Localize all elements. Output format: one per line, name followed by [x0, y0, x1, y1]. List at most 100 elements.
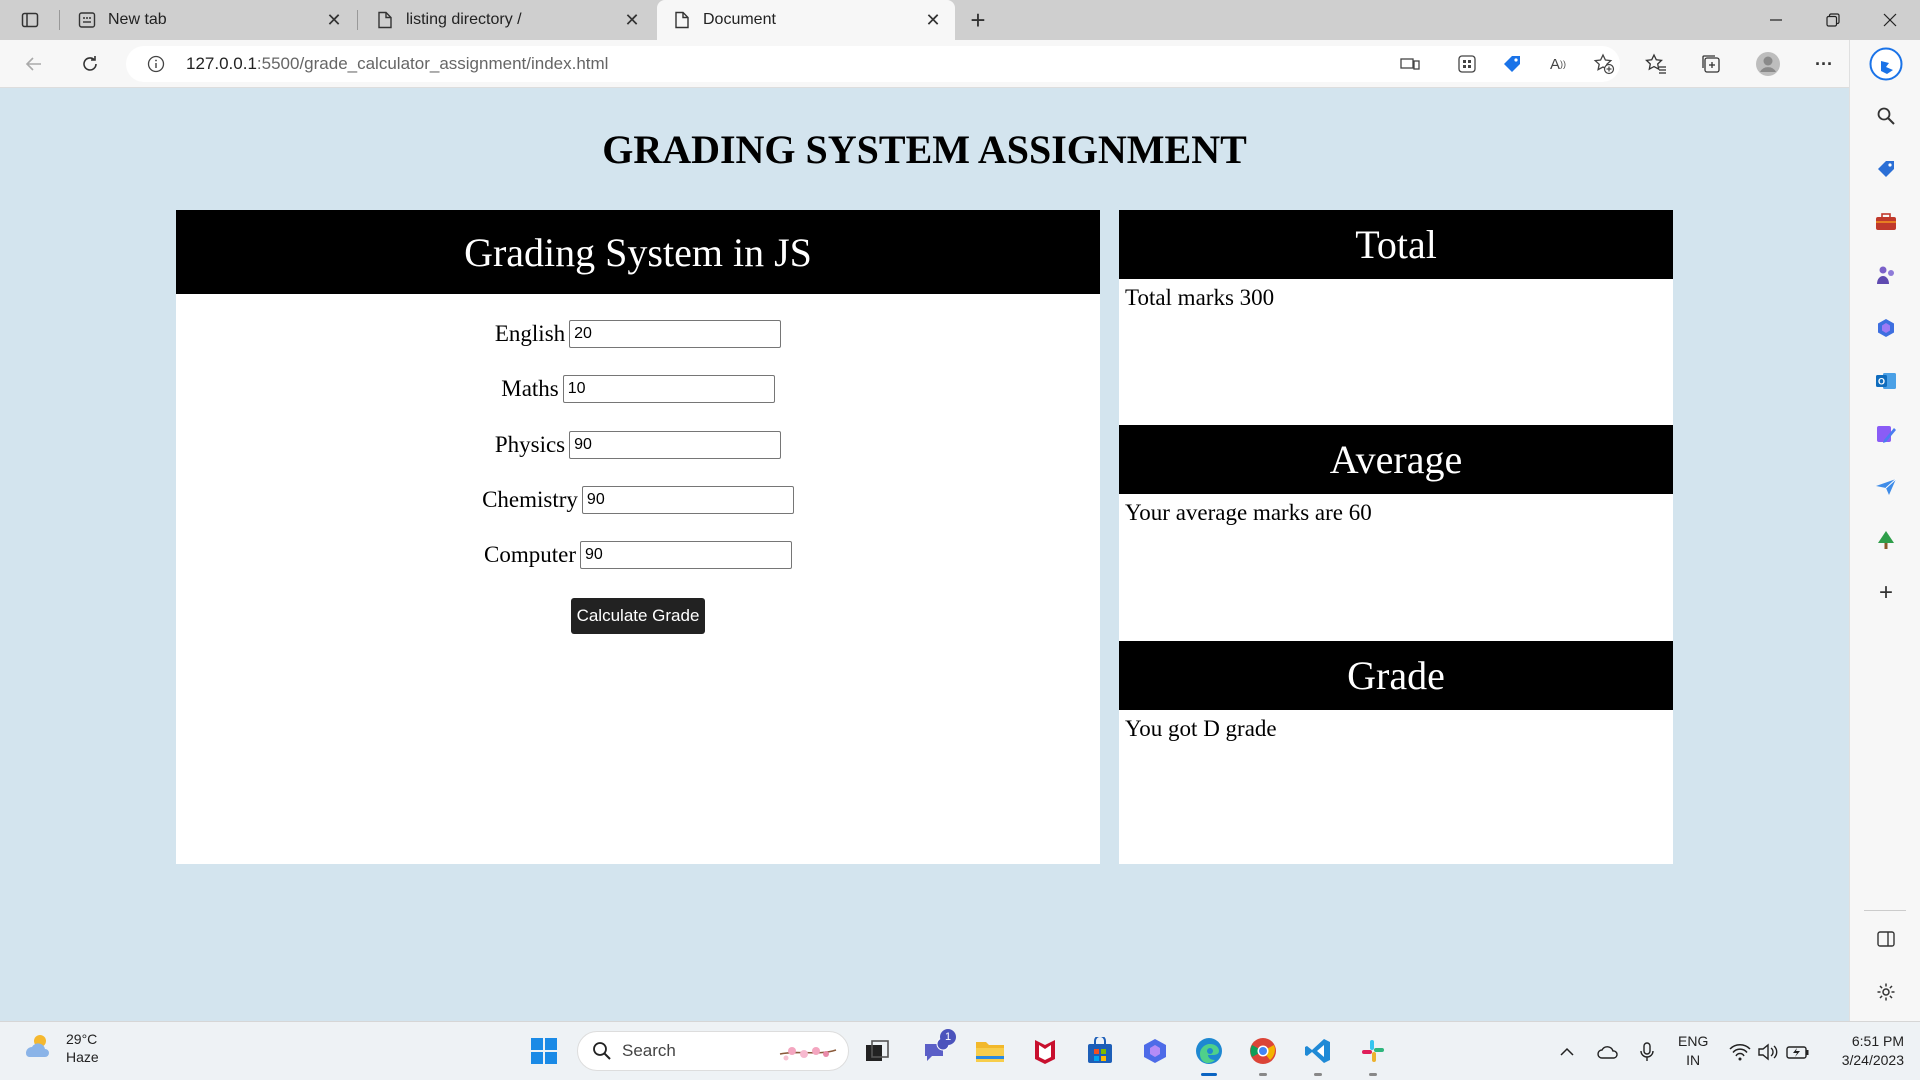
taskbar-search-box[interactable]: Search	[577, 1031, 849, 1071]
tab-actions-icon[interactable]	[14, 4, 46, 36]
collections-icon[interactable]	[1695, 48, 1727, 80]
device-icon[interactable]	[1398, 52, 1422, 76]
favorites-icon[interactable]	[1640, 48, 1672, 80]
english-input[interactable]	[569, 320, 782, 348]
computer-label: Computer	[484, 542, 576, 567]
apps-icon[interactable]	[1455, 52, 1479, 76]
back-icon[interactable]	[18, 48, 50, 80]
windows-start-icon[interactable]	[526, 1033, 562, 1069]
info-icon[interactable]	[146, 54, 166, 74]
tab-document[interactable]: Document ✕	[657, 0, 955, 40]
battery-charging-icon[interactable]	[1786, 1040, 1810, 1064]
coupon-tag-icon[interactable]	[1500, 52, 1524, 76]
average-card: Average Your average marks are 60	[1119, 425, 1673, 641]
web-page: GRADING SYSTEM ASSIGNMENT Grading System…	[0, 88, 1849, 1021]
teams-badge: 1	[940, 1029, 956, 1045]
slack-icon[interactable]	[1355, 1033, 1391, 1076]
more-options-icon[interactable]: ···	[1808, 48, 1840, 80]
shopping-tag-icon[interactable]	[1872, 155, 1900, 183]
file-explorer-icon[interactable]	[972, 1033, 1008, 1069]
tab-new-tab[interactable]: New tab ✕	[62, 0, 356, 40]
task-view-icon[interactable]	[859, 1033, 895, 1069]
edge-browser-icon[interactable]	[1191, 1033, 1227, 1076]
bing-chat-icon[interactable]	[1868, 46, 1904, 82]
tree-icon[interactable]	[1872, 526, 1900, 554]
onedrive-cloud-icon[interactable]	[1596, 1040, 1620, 1064]
physics-row: Physics	[176, 431, 1100, 459]
weather-haze-icon	[20, 1031, 54, 1066]
tab-label: New tab	[108, 11, 167, 28]
teams-chat-icon[interactable]: 1	[918, 1029, 956, 1069]
document-icon	[376, 11, 394, 29]
chemistry-label: Chemistry	[482, 487, 578, 512]
weather-widget[interactable]: 29°C Haze	[20, 1030, 99, 1066]
tools-briefcase-icon[interactable]	[1872, 208, 1900, 236]
physics-label: Physics	[494, 432, 566, 457]
refresh-icon[interactable]	[74, 48, 106, 80]
calculate-grade-button[interactable]: Calculate Grade	[571, 598, 705, 634]
computer-input[interactable]	[580, 541, 792, 569]
physics-input[interactable]	[569, 431, 782, 459]
average-title: Average	[1119, 425, 1673, 494]
search-icon	[592, 1041, 612, 1061]
close-icon[interactable]: ✕	[921, 8, 945, 32]
edge-sidebar: O +	[1849, 40, 1920, 1021]
url-text[interactable]: 127.0.0.1:5500/grade_calculator_assignme…	[186, 54, 608, 74]
minimize-icon[interactable]	[1748, 0, 1804, 40]
calculator-title: Grading System in JS	[176, 210, 1100, 294]
tab-label: listing directory /	[406, 11, 522, 28]
settings-gear-icon[interactable]	[1872, 978, 1900, 1006]
vscode-icon[interactable]	[1300, 1033, 1336, 1076]
close-icon[interactable]: ✕	[620, 8, 644, 32]
search-icon[interactable]	[1872, 102, 1900, 130]
url-host: 127.0.0.1	[186, 54, 257, 73]
hide-sidebar-icon[interactable]	[1872, 925, 1900, 953]
search-label: Search	[622, 1041, 676, 1060]
grade-calculator-card: Grading System in JS English Maths Physi…	[176, 210, 1100, 864]
profile-avatar-icon[interactable]	[1752, 48, 1784, 80]
copilot-365-icon[interactable]	[1137, 1033, 1173, 1069]
add-favorite-icon[interactable]	[1592, 52, 1616, 76]
grade-title: Grade	[1119, 641, 1673, 710]
outlook-icon[interactable]: O	[1872, 367, 1900, 395]
chrome-icon[interactable]	[1245, 1033, 1281, 1076]
microsoft365-icon[interactable]	[1872, 314, 1900, 342]
clock-date: 3/24/2023	[1841, 1052, 1904, 1068]
computer-row: Computer	[176, 541, 1100, 569]
weather-temp: 29°C	[66, 1031, 98, 1047]
grade-text: You got D grade	[1125, 716, 1277, 741]
system-clock[interactable]: 6:51 PM 3/24/2023	[1828, 1032, 1904, 1070]
tab-listing-directory[interactable]: listing directory / ✕	[360, 0, 654, 40]
read-aloud-icon[interactable]: A))	[1546, 52, 1570, 76]
tab-strip: New tab ✕ listing directory / ✕ Document…	[0, 0, 1920, 40]
language-line1: ENG	[1678, 1033, 1709, 1049]
new-tab-button[interactable]: +	[962, 4, 994, 36]
designer-icon[interactable]	[1872, 420, 1900, 448]
send-icon[interactable]	[1872, 473, 1900, 501]
weather-condition: Haze	[66, 1049, 99, 1065]
document-icon	[673, 11, 691, 29]
chemistry-row: Chemistry	[176, 486, 1100, 514]
chevron-up-icon[interactable]	[1555, 1040, 1579, 1064]
maths-row: Maths	[176, 375, 1100, 403]
language-indicator[interactable]: ENG IN	[1678, 1032, 1708, 1070]
wifi-icon[interactable]	[1728, 1040, 1752, 1064]
maths-label: Maths	[501, 376, 559, 401]
total-title: Total	[1119, 210, 1673, 279]
maths-input[interactable]	[562, 375, 775, 403]
english-label: English	[494, 321, 566, 346]
microphone-icon[interactable]	[1635, 1040, 1659, 1064]
average-text: Your average marks are 60	[1125, 500, 1372, 525]
chemistry-input[interactable]	[581, 486, 794, 514]
add-sidebar-app-icon[interactable]: +	[1872, 579, 1900, 607]
games-icon[interactable]	[1872, 261, 1900, 289]
volume-icon[interactable]	[1756, 1040, 1780, 1064]
microsoft-store-icon[interactable]	[1082, 1033, 1118, 1069]
close-icon[interactable]: ✕	[322, 8, 346, 32]
clock-time: 6:51 PM	[1851, 1033, 1904, 1049]
address-bar[interactable]: 127.0.0.1:5500/grade_calculator_assignme…	[126, 46, 1620, 82]
restore-icon[interactable]	[1805, 0, 1861, 40]
window-close-icon[interactable]	[1862, 0, 1918, 40]
new-tab-page-icon	[78, 11, 96, 29]
mcafee-icon[interactable]	[1027, 1033, 1063, 1069]
